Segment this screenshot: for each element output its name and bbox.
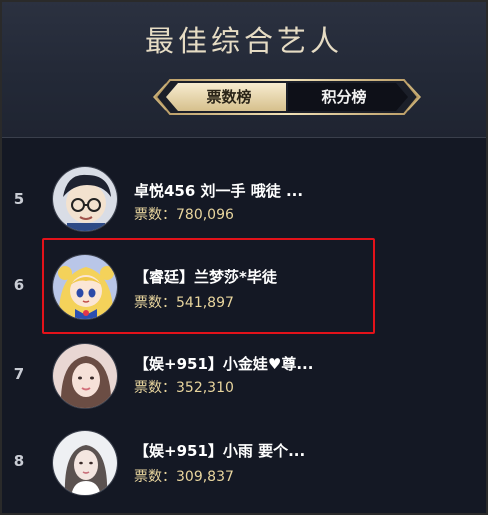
rank-number: 5 (13, 190, 25, 208)
girl-white-photo-avatar[interactable] (52, 430, 118, 496)
artist-name: 【娱+951】小雨 要个... (134, 442, 306, 460)
sailor-moon-avatar[interactable] (52, 254, 118, 320)
votes-value: 780,096 (176, 207, 234, 223)
votes-value: 309,837 (176, 469, 234, 485)
leaderboard-panel: 最佳综合艺人 票数榜 积分榜 5 卓悦456 刘一手 哦徒 ... 票数：780… (0, 0, 488, 515)
rank-number: 6 (13, 276, 25, 294)
votes-value: 352,310 (176, 380, 234, 396)
rank-number: 7 (13, 365, 25, 383)
artist-name: 【娱+951】小金娃♥尊... (134, 355, 314, 373)
list-item[interactable]: 8 【娱+951】小雨 要个... 票数：309,837 (2, 420, 486, 504)
page-title: 最佳综合艺人 (144, 24, 343, 58)
vote-count: 票数：352,310 (134, 377, 234, 397)
girl-photo-avatar[interactable] (52, 343, 118, 409)
anime-boy-glasses-avatar[interactable] (52, 166, 118, 232)
leaderboard-header: 最佳综合艺人 票数榜 积分榜 (2, 2, 486, 138)
votes-label: 票数： (134, 295, 176, 311)
list-item[interactable]: 6 【睿廷】兰梦莎*毕徒 票数：541,897 (2, 240, 486, 324)
vote-count: 票数：309,837 (134, 466, 234, 486)
list-item[interactable]: 5 卓悦456 刘一手 哦徒 ... 票数：780,096 (2, 148, 486, 232)
votes-label: 票数： (134, 207, 176, 223)
tab-points-ranking[interactable]: 积分榜 (288, 82, 400, 112)
vote-count: 票数：541,897 (134, 292, 234, 312)
tab-votes-ranking[interactable]: 票数榜 (172, 82, 286, 112)
votes-label: 票数： (134, 469, 176, 485)
list-item[interactable]: 7 【娱+951】小金娃♥尊... 票数：352,310 (2, 335, 486, 419)
votes-value: 541,897 (176, 295, 234, 311)
vote-count: 票数：780,096 (134, 204, 234, 224)
artist-name: 卓悦456 刘一手 哦徒 ... (134, 182, 304, 200)
artist-name: 【睿廷】兰梦莎*毕徒 (134, 268, 277, 286)
rank-number: 8 (13, 452, 25, 470)
votes-label: 票数： (134, 380, 176, 396)
